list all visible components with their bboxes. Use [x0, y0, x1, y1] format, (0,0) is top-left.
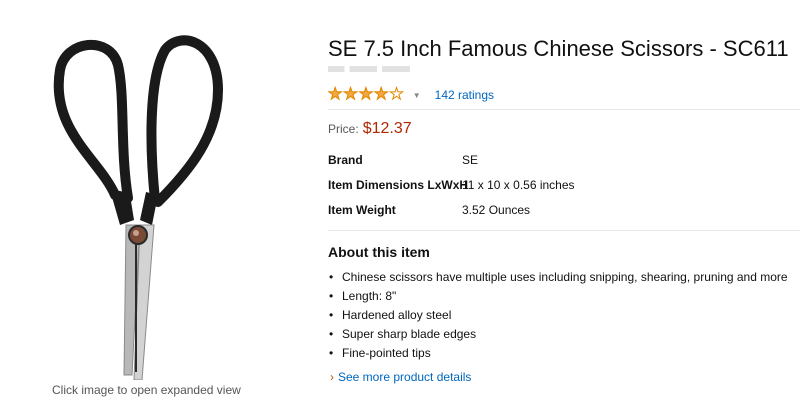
- chevron-right-icon: ›: [330, 370, 334, 384]
- product-title: SE 7.5 Inch Famous Chinese Scissors - SC…: [328, 36, 789, 61]
- about-section-title: About this item: [328, 244, 430, 260]
- spec-value: SE: [462, 153, 479, 167]
- scissors-icon[interactable]: [40, 20, 240, 380]
- product-detail: SE 7.5 Inch Famous Chinese Scissors - SC…: [328, 0, 800, 400]
- star-rating-icon[interactable]: ★★★★★ ★★★★★: [328, 86, 405, 103]
- spec-key: Item Weight: [328, 203, 396, 217]
- divider: [328, 230, 800, 231]
- spec-value: 3.52 Ounces: [462, 203, 531, 217]
- spec-value: 11 x 10 x 0.56 inches: [462, 178, 575, 192]
- spec-key: Item Dimensions LxWxH: [328, 178, 469, 192]
- expand-image-caption[interactable]: Click image to open expanded view: [52, 383, 241, 397]
- list-item: Length: 8": [328, 289, 788, 308]
- price-value: $12.37: [362, 120, 412, 137]
- about-bullet-list: Chinese scissors have multiple uses incl…: [328, 270, 788, 365]
- brand-store-link-blurred: [328, 66, 410, 72]
- ratings-count-link[interactable]: 142 ratings: [435, 88, 494, 102]
- price-label: Price:: [328, 122, 359, 136]
- divider: [328, 109, 800, 110]
- price-row: Price: $12.37: [328, 120, 412, 138]
- list-item: Fine-pointed tips: [328, 346, 788, 365]
- spec-key: Brand: [328, 153, 363, 167]
- image-gallery: Click image to open expanded view: [0, 0, 300, 400]
- list-item: Hardened alloy steel: [328, 308, 788, 327]
- list-item: Super sharp blade edges: [328, 327, 788, 346]
- list-item: Chinese scissors have multiple uses incl…: [328, 270, 788, 289]
- chevron-down-icon[interactable]: ▼: [413, 91, 421, 100]
- see-more-details-label: See more product details: [338, 370, 472, 384]
- rating-row: ★★★★★ ★★★★★ ▼ 142 ratings: [328, 86, 495, 104]
- see-more-details-link[interactable]: › See more product details: [330, 370, 471, 384]
